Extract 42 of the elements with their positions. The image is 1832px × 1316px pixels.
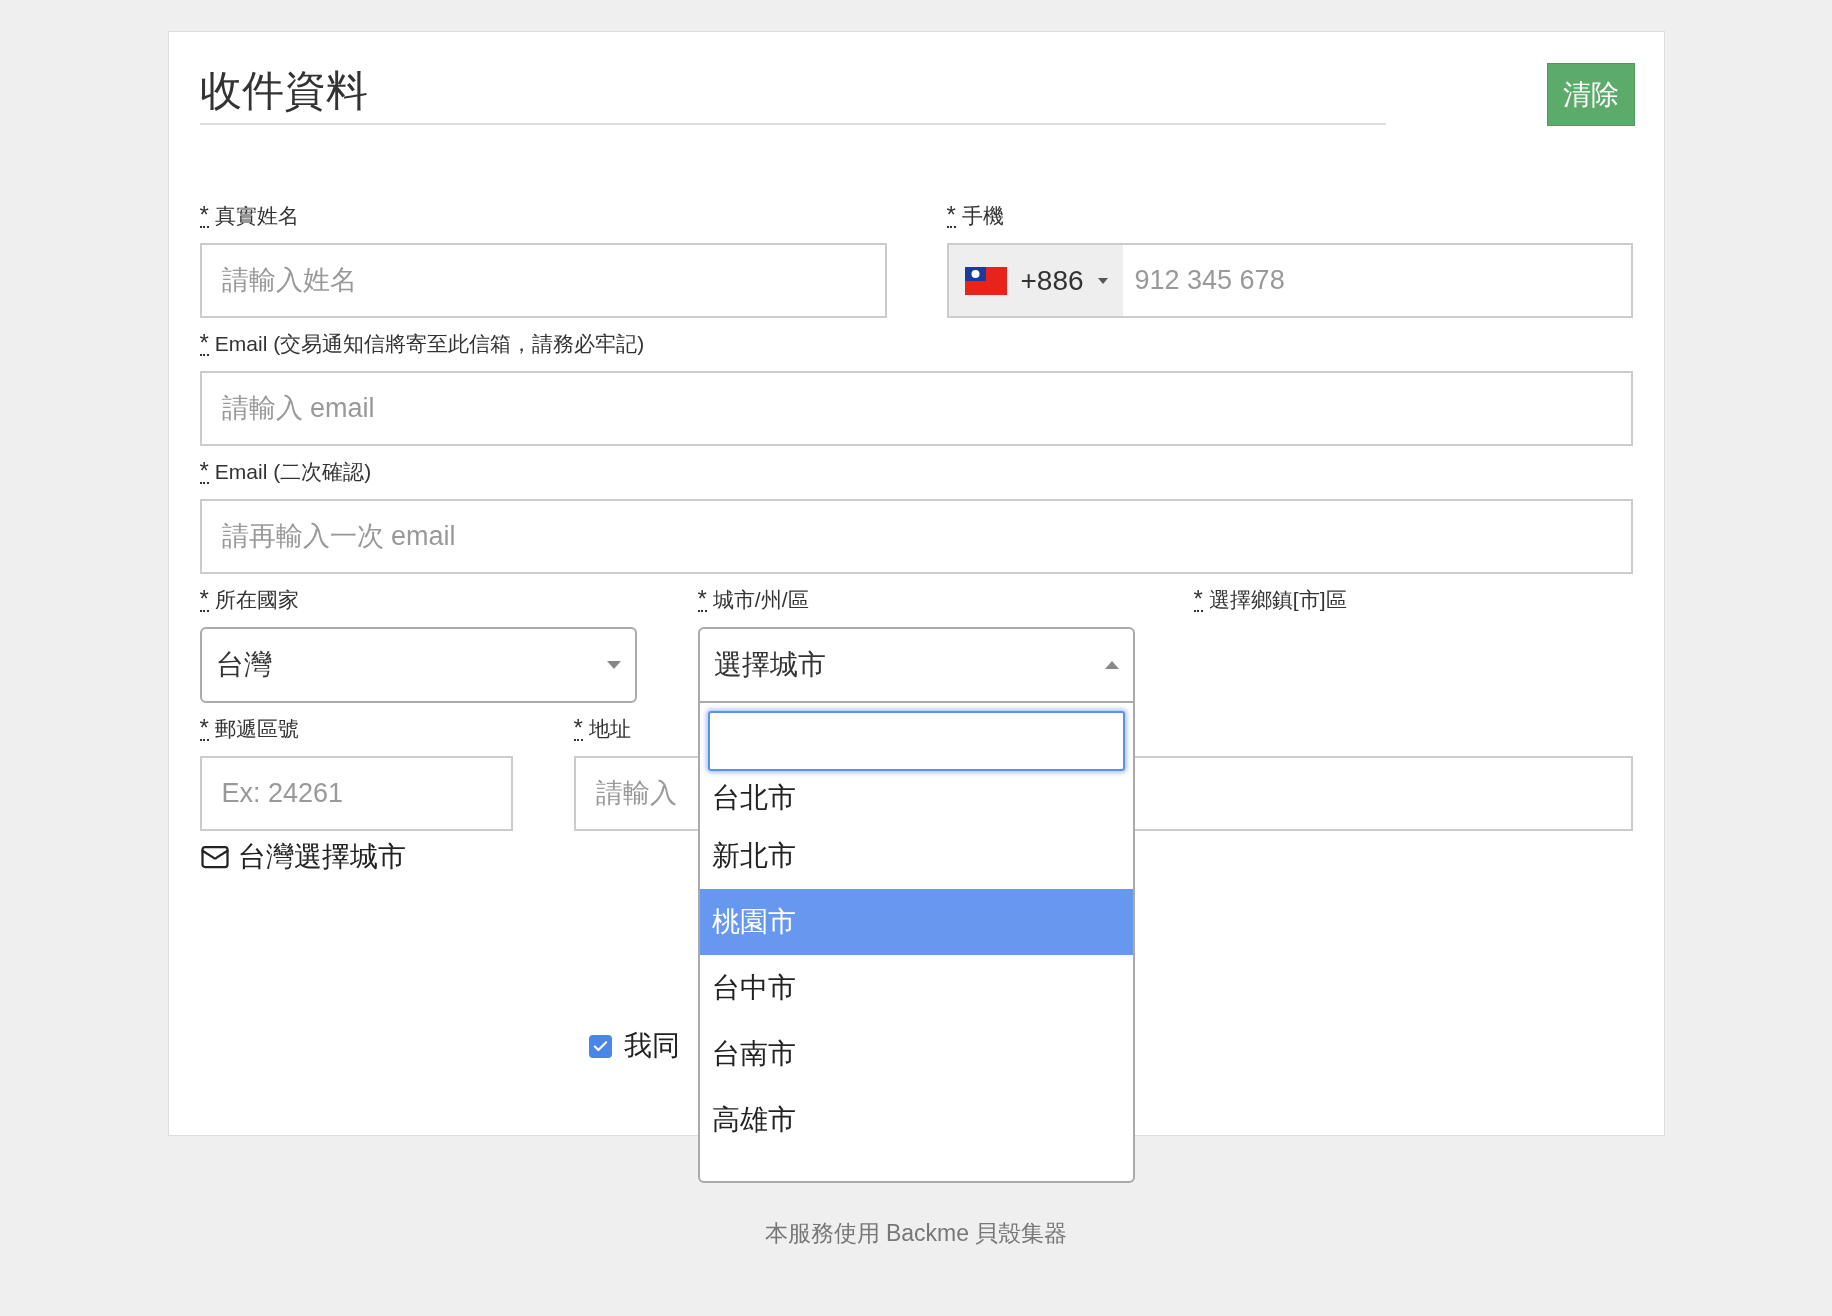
dropdown-arrow-icon [1104, 661, 1119, 669]
required-mark: * [199, 204, 209, 228]
name-input[interactable]: 請輸入姓名 [199, 243, 887, 318]
field-label: 選擇鄉鎮[市]區 [1208, 588, 1347, 612]
field-label: Email (交易通知信將寄至此信箱，請務必牢記) [214, 332, 645, 356]
field-label: 手機 [961, 204, 1004, 228]
postal-hint: 台灣選擇城市 [237, 840, 406, 874]
required-mark: * [199, 588, 209, 612]
phone-placeholder: 912 345 678 [1133, 264, 1285, 298]
city-option[interactable]: 新北市 [699, 823, 1133, 889]
city-search-input[interactable] [707, 711, 1125, 771]
postal-code-input[interactable]: Ex: 24261 [199, 756, 513, 831]
form-title: 收件資料 [199, 63, 1386, 125]
required-mark: * [199, 332, 209, 356]
field-label: Email (二次確認) [214, 460, 372, 484]
flag-icon [964, 266, 1007, 295]
city-option[interactable]: 台南市 [699, 1021, 1133, 1087]
email-confirm-input[interactable]: 請再輸入一次 email [199, 499, 1633, 574]
agreement-checkbox[interactable] [588, 1034, 612, 1058]
footer-text: 本服務使用 Backme 貝殼集器 [764, 1219, 1068, 1248]
required-mark: * [573, 717, 583, 741]
required-mark: * [697, 588, 707, 612]
country-code-selector[interactable]: +886 [948, 245, 1123, 316]
field-label: 所在國家 [214, 588, 299, 612]
field-label: 地址 [588, 717, 631, 741]
city-option[interactable]: 高雄市 [699, 1087, 1133, 1153]
field-label: 郵遞區號 [214, 717, 299, 741]
country-select[interactable]: 台灣 [199, 627, 637, 703]
phone-input[interactable]: +886 912 345 678 [946, 243, 1633, 318]
field-label: 真實姓名 [214, 204, 299, 228]
required-mark: * [946, 204, 956, 228]
email-input[interactable]: 請輸入 email [199, 371, 1633, 446]
required-mark: * [1193, 588, 1203, 612]
required-mark: * [199, 460, 209, 484]
dropdown-arrow-icon [606, 661, 621, 669]
city-option[interactable]: 台北市 [699, 773, 1133, 823]
agreement-label: 我同 [623, 1029, 680, 1063]
field-label: 城市/州/區 [712, 588, 809, 612]
required-mark: * [199, 717, 209, 741]
city-option[interactable]: 台中市 [699, 955, 1133, 1021]
city-select[interactable]: 選擇城市 [697, 627, 1135, 703]
caret-icon [1097, 277, 1108, 284]
